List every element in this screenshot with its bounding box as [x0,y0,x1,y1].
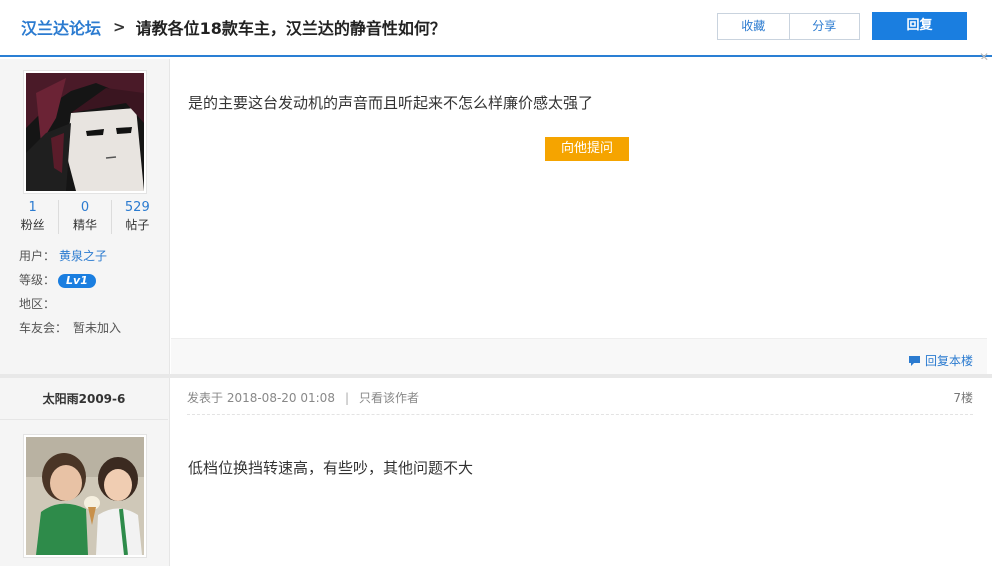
info-user-row: 用户： 黄泉之子 [19,247,107,264]
info-region-row: 地区： [19,295,61,312]
info-club-value: 暂未加入 [73,321,122,335]
post-content: 低档位换挡转速高，有些吵，其他问题不大 [188,459,474,477]
info-region-label: 地区： [19,297,56,311]
forum-link[interactable]: 汉兰达论坛 [21,15,101,39]
stat-label: 精华 [72,218,97,232]
info-level-label: 等级： [19,273,56,287]
reply-floor-button[interactable]: 回复本楼 [908,352,973,369]
user-stats: 1 粉丝 0 精华 529 帖子 [7,200,163,234]
user-avatar[interactable] [23,434,147,558]
post2-user-panel: 太阳雨2009-6 [0,378,170,566]
stat-value: 529 [124,200,150,215]
post1-body: 是的主要这台发动机的声音而且听起来不怎么样廉价感太强了 向他提问 [171,59,984,338]
post1-footer: 回复本楼 [171,338,987,374]
author-only-link[interactable]: 只看该作者 [359,391,419,405]
stat-label: 粉丝 [20,218,45,232]
info-level-row: 等级： Lv1 [19,271,96,288]
post2-body: 发表于 2018-08-20 01:08 | 只看该作者 7楼 低档位换挡转速高，有… [171,378,987,566]
avatar-image-icon [26,73,144,191]
breadcrumb: 汉兰达论坛 > 请教各位18款车主，汉兰达的静音性如何？ [21,15,446,39]
action-button-group: 收藏 分享 [717,13,860,40]
info-user-label: 用户： [19,249,56,263]
stat-value: 0 [80,200,90,215]
avatar-image-icon [26,437,144,555]
stat-label: 帖子 [125,218,150,232]
comment-icon [908,355,920,366]
user-name-link[interactable]: 黄泉之子 [59,249,107,263]
stat-posts[interactable]: 529 帖子 [110,200,163,234]
post-date: 发表于 2018-08-20 01:08 [187,391,335,405]
stat-fans[interactable]: 1 粉丝 [7,200,58,234]
post-content: 是的主要这台发动机的声音而且听起来不怎么样廉价感太强了 [188,94,594,112]
meta-separator: | [344,391,349,405]
floor-number: 7楼 [953,391,973,405]
post-meta: 发表于 2018-08-20 01:08 | 只看该作者 7楼 [187,389,973,415]
reply-button[interactable]: 回复 [872,12,967,40]
level-badge: Lv1 [58,273,96,288]
panel-divider [0,419,168,420]
user-avatar[interactable] [23,70,147,194]
post2-user-name[interactable]: 太阳雨2009-6 [0,390,168,407]
ask-question-button[interactable]: 向他提问 [545,137,629,161]
breadcrumb-separator: > [113,18,126,36]
favorite-button[interactable]: 收藏 [718,14,789,39]
info-club-label: 车友会： [19,321,68,335]
info-club-row: 车友会： 暂未加入 [19,319,121,336]
stat-value: 1 [28,200,37,215]
reply-floor-label: 回复本楼 [924,354,973,368]
stat-essence[interactable]: 0 精华 [58,200,110,234]
thread-title: 请教各位18款车主，汉兰达的静音性如何？ [135,19,446,38]
thread-header: 汉兰达论坛 > 请教各位18款车主，汉兰达的静音性如何？ 收藏 分享 回复 [0,0,992,57]
share-button[interactable]: 分享 [788,14,860,39]
